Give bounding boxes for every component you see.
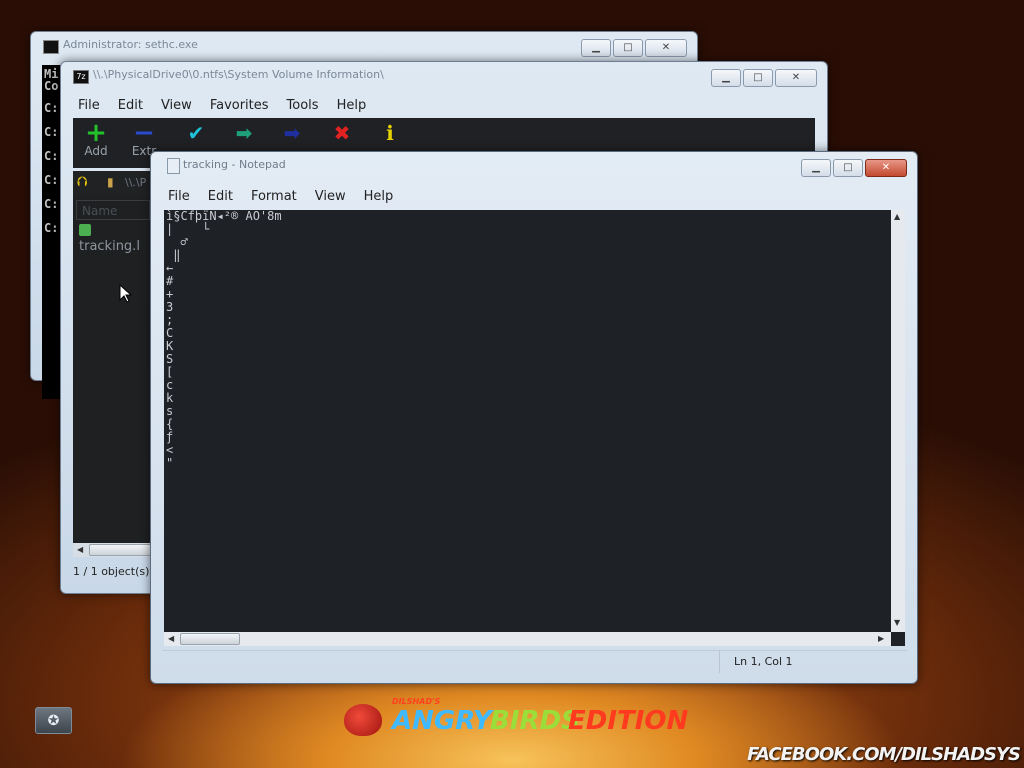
cursor-position: Ln 1, Col 1 xyxy=(719,651,919,673)
close-button[interactable]: ✕ xyxy=(775,69,817,87)
menu-help[interactable]: Help xyxy=(328,98,376,113)
notepad-titlebar[interactable]: tracking - Notepad ▁ □ ✕ xyxy=(151,152,917,178)
cmd-line: C: xyxy=(44,149,59,163)
delete-x-icon: ✖ xyxy=(333,121,351,145)
brand-word-angry: ANGRY xyxy=(392,706,492,736)
angry-bird-icon xyxy=(344,704,382,736)
cmd-line: C: xyxy=(44,197,59,211)
menu-edit[interactable]: Edit xyxy=(199,189,242,204)
notepad-title: tracking - Notepad xyxy=(183,158,286,171)
notepad-statusbar: Ln 1, Col 1 xyxy=(162,650,907,673)
brand-prefix: DILSHAD'S xyxy=(392,697,441,706)
move-arrow-icon: ➡ xyxy=(283,121,301,145)
7zip-icon: 7z xyxy=(73,70,89,84)
file-row[interactable]: tracking.l xyxy=(79,224,153,254)
scroll-down-arrow-icon[interactable]: ▼ xyxy=(894,618,900,627)
notepad-menubar: File Edit Format View Help xyxy=(159,186,909,206)
scrollbar-corner xyxy=(891,632,905,646)
scroll-right-arrow-icon[interactable]: ▶ xyxy=(878,634,884,643)
maximize-button[interactable]: □ xyxy=(743,69,773,87)
scroll-left-arrow-icon[interactable]: ◀ xyxy=(168,634,174,643)
file-list[interactable]: Name tracking.l xyxy=(73,196,153,543)
start-button[interactable]: ✪ xyxy=(35,707,72,734)
wallpaper-brand: DILSHAD'S ANGRY BIRDS EDITION xyxy=(340,696,690,746)
column-name-header[interactable]: Name xyxy=(76,200,150,220)
notepad-text-area[interactable]: ì§CfþïÑ◂²® ÀO'8m | └ ♂ ‖ ← # + 3 ; C K S… xyxy=(164,210,891,632)
menu-tools[interactable]: Tools xyxy=(278,98,328,113)
menu-format[interactable]: Format xyxy=(242,189,306,204)
notepad-icon xyxy=(167,158,180,174)
scroll-left-arrow-icon[interactable]: ◀ xyxy=(77,545,83,554)
horizontal-scrollbar[interactable]: ◀ xyxy=(73,543,161,557)
menu-file[interactable]: File xyxy=(69,98,109,113)
maximize-button[interactable]: □ xyxy=(613,39,643,57)
7zip-menubar: File Edit View Favorites Tools Help xyxy=(69,95,819,115)
copy-arrow-icon: ➡ xyxy=(235,121,253,145)
mouse-cursor-icon xyxy=(119,284,133,303)
file-icon xyxy=(79,224,91,236)
minimize-button[interactable]: ▁ xyxy=(581,39,611,57)
menu-view[interactable]: View xyxy=(152,98,201,113)
address-text: \\.\P xyxy=(125,176,147,189)
scroll-thumb[interactable] xyxy=(180,633,240,645)
7zip-status: 1 / 1 object(s) s xyxy=(73,565,153,578)
info-icon: ℹ xyxy=(386,121,394,145)
close-button[interactable]: ✕ xyxy=(865,159,907,177)
address-bar[interactable]: ⮉ ▮ \\.\P xyxy=(73,171,153,197)
menu-edit[interactable]: Edit xyxy=(109,98,152,113)
maximize-button[interactable]: □ xyxy=(833,159,863,177)
facebook-watermark: FACEBOOK.COM/DILSHADSYS xyxy=(747,744,1021,765)
windows-orb-icon: ✪ xyxy=(47,712,60,729)
notepad-content: ì§CfþïÑ◂²® ÀO'8m | └ ♂ ‖ ← # + 3 ; C K S… xyxy=(166,210,282,470)
menu-help[interactable]: Help xyxy=(355,189,403,204)
plus-icon: + xyxy=(85,118,107,148)
check-icon: ✔ xyxy=(187,121,205,145)
notepad-window[interactable]: tracking - Notepad ▁ □ ✕ File Edit Forma… xyxy=(150,151,918,684)
cmd-title: Administrator: sethc.exe xyxy=(63,38,198,51)
file-name: tracking.l xyxy=(79,239,140,254)
menu-view[interactable]: View xyxy=(306,189,355,204)
close-button[interactable]: ✕ xyxy=(645,39,687,57)
add-button[interactable]: + Add xyxy=(79,118,113,166)
minus-icon: − xyxy=(133,118,155,148)
minimize-button[interactable]: ▁ xyxy=(801,159,831,177)
menu-favorites[interactable]: Favorites xyxy=(201,98,278,113)
scroll-up-arrow-icon[interactable]: ▲ xyxy=(894,212,900,221)
7zip-titlebar[interactable]: 7z \\.\PhysicalDrive0\0.ntfs\System Volu… xyxy=(61,62,827,88)
add-label: Add xyxy=(84,144,108,158)
drive-icon: ▮ xyxy=(107,175,114,189)
menu-file[interactable]: File xyxy=(159,189,199,204)
cmd-line: Co xyxy=(44,79,59,93)
cmd-line: C: xyxy=(44,221,59,235)
minimize-button[interactable]: ▁ xyxy=(711,69,741,87)
cmd-icon xyxy=(43,40,59,54)
brand-word-birds: BIRDS xyxy=(490,706,580,736)
cmd-line: C: xyxy=(44,101,59,115)
7zip-title: \\.\PhysicalDrive0\0.ntfs\System Volume … xyxy=(93,68,384,81)
cmd-titlebar[interactable]: Administrator: sethc.exe ▁ □ ✕ xyxy=(31,32,697,58)
brand-word-edition: EDITION xyxy=(568,706,689,736)
vertical-scrollbar[interactable]: ▲ ▼ xyxy=(891,210,905,632)
horizontal-scrollbar[interactable]: ◀ ▶ xyxy=(164,632,891,646)
up-folder-icon[interactable]: ⮉ xyxy=(77,174,88,190)
cmd-line: C: xyxy=(44,125,59,139)
cmd-console[interactable]: Mi Co C: C: C: C: C: C: xyxy=(42,65,62,399)
cmd-line: C: xyxy=(44,173,59,187)
